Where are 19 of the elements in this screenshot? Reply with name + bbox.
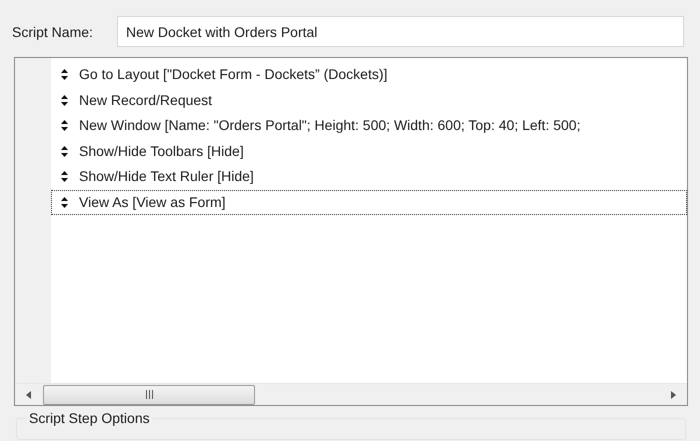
scroll-left-icon[interactable] [25,390,33,400]
horizontal-scrollbar[interactable] [15,383,687,405]
grip-lines-icon [144,390,154,399]
move-handle-icon[interactable] [60,196,69,208]
script-step[interactable]: Show/Hide Text Ruler [Hide] [51,164,687,190]
script-name-label: Script Name: [12,23,94,42]
move-handle-icon[interactable] [60,146,69,157]
scroll-right-icon[interactable] [669,390,677,400]
move-handle-icon[interactable] [60,69,69,80]
script-step[interactable]: New Record/Request [51,88,687,113]
script-step[interactable]: New Window [Name: "Orders Portal"; Height: 500; Width: 600; Top: 40; Left: 500; [51,113,687,138]
scrollbar-thumb[interactable] [43,384,255,404]
script-step[interactable]: Show/Hide Toolbars [Hide] [51,138,687,164]
move-handle-icon[interactable] [60,94,69,106]
script-step[interactable]: View As [View as Form] [51,190,687,215]
move-handle-icon[interactable] [60,171,69,182]
move-handle-icon[interactable] [60,120,69,132]
script-name-field[interactable]: New Docket with Orders Portal [117,16,684,47]
script-step[interactable]: Go to Layout ["Docket Form - Dockets” (Dockets)] [51,62,687,88]
